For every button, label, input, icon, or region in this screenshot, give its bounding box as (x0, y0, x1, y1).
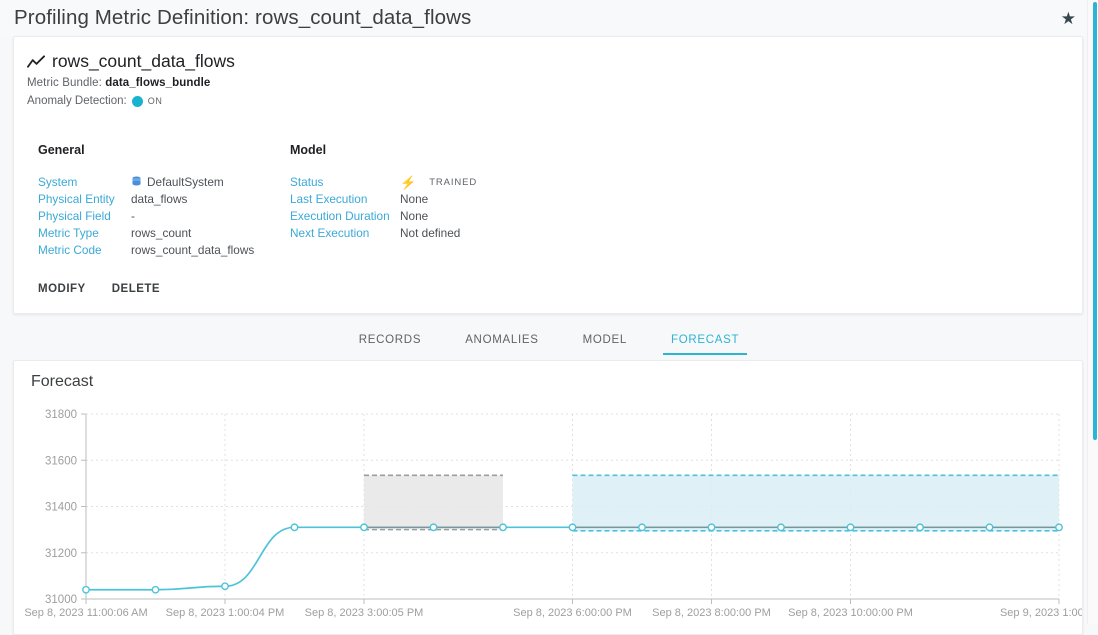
data-point-marker[interactable] (82, 585, 90, 594)
y-axis-tick-label: 31800 (45, 409, 77, 421)
model-key-last-execution[interactable]: Last Execution (290, 191, 400, 208)
observed-band (364, 475, 503, 530)
data-point-marker[interactable] (151, 585, 160, 594)
bolt-icon: ⚡ (400, 175, 417, 190)
metric-name: rows_count_data_flows (52, 51, 235, 71)
forecast-chart[interactable]: 31000 31200 31400 31600 31800 Sep 8, 2023 11:… (14, 406, 1083, 635)
tab-model[interactable]: MODEL (561, 334, 649, 355)
delete-button[interactable]: DELETE (112, 283, 160, 295)
metric-bundle-label: Metric Bundle: (27, 77, 102, 89)
general-value-metric-type: rows_count (131, 226, 192, 240)
general-key-metric-type[interactable]: Metric Type (38, 225, 131, 242)
y-axis-tick-label: 31600 (45, 455, 77, 467)
general-row-physical-field: Physical Field - (38, 208, 290, 225)
data-point-marker[interactable] (568, 523, 577, 532)
model-row-next-execution: Next Execution Not defined (290, 225, 620, 242)
general-row-physical-entity: Physical Entity data_flows (38, 191, 290, 208)
general-value-physical-entity: data_flows (131, 192, 188, 206)
x-axis-tick-label: Sep 8, 2023 10:00:00 PM (788, 607, 913, 619)
metric-header: rows_count_data_flows Metric Bundle: dat… (14, 37, 1082, 107)
general-key-metric-code[interactable]: Metric Code (38, 242, 131, 259)
model-column: Model Status ⚡ TRAINED Last Execution No… (290, 143, 620, 259)
model-value-execution-duration: None (400, 209, 429, 223)
model-key-execution-duration[interactable]: Execution Duration (290, 208, 400, 225)
model-row-last-execution: Last Execution None (290, 191, 620, 208)
tabs-bar: RECORDS ANOMALIES MODEL FORECAST (0, 320, 1098, 355)
tab-forecast[interactable]: FORECAST (649, 334, 761, 355)
general-column: General System DefaultSystem Physical En (38, 143, 290, 259)
metric-info-card: rows_count_data_flows Metric Bundle: dat… (13, 36, 1083, 314)
general-heading: General (38, 143, 85, 157)
metric-title-row: rows_count_data_flows (27, 51, 1082, 72)
general-row-system: System DefaultSystem (38, 174, 290, 191)
data-point-marker[interactable] (916, 523, 924, 532)
anomaly-detection-label: Anomaly Detection: (27, 95, 127, 107)
model-key-status[interactable]: Status (290, 174, 400, 191)
star-icon[interactable]: ★ (1061, 10, 1076, 27)
page-scrollbar-thumb[interactable] (1093, 2, 1097, 440)
general-key-system[interactable]: System (38, 174, 131, 191)
forecast-title: Forecast (31, 373, 94, 390)
forecast-card: Forecast 31000 31200 31400 31600 31800 Sep 8,… (13, 360, 1083, 635)
card-actions: MODIFY DELETE (38, 283, 160, 295)
data-point-marker[interactable] (707, 523, 716, 532)
model-value-status: ⚡ TRAINED (400, 174, 477, 191)
data-point-marker[interactable] (290, 523, 299, 532)
data-point-marker[interactable] (221, 582, 229, 591)
data-point-marker[interactable] (429, 523, 438, 532)
model-row-execution-duration: Execution Duration None (290, 208, 620, 225)
x-axis-tick-label: Sep 8, 2023 6:00:00 PM (513, 607, 632, 619)
data-point-marker[interactable] (777, 523, 785, 532)
general-row-metric-code: Metric Code rows_count_data_flows (38, 242, 290, 259)
y-axis-tick-label: 31000 (45, 594, 77, 606)
tab-records[interactable]: RECORDS (337, 334, 443, 355)
general-value-system-text: DefaultSystem (147, 175, 224, 189)
data-point-marker[interactable] (985, 523, 994, 532)
model-status-badge: TRAINED (429, 177, 478, 188)
x-axis-tick-label: Sep 8, 2023 1:00:04 PM (166, 607, 285, 619)
page-scrollbar-track[interactable] (1087, 0, 1098, 624)
general-value-system: DefaultSystem (131, 174, 224, 191)
general-key-physical-entity[interactable]: Physical Entity (38, 191, 131, 208)
tab-anomalies[interactable]: ANOMALIES (443, 334, 560, 355)
page-title: Profiling Metric Definition: rows_count_… (14, 6, 472, 29)
x-axis-tick-label: Sep 9, 2023 1:00:00 AM (1000, 607, 1083, 619)
model-value-last-execution: None (400, 192, 429, 206)
anomaly-toggle[interactable] (131, 95, 143, 107)
data-point-marker[interactable] (1055, 523, 1063, 532)
anomaly-detection-row: Anomaly Detection: ON (27, 95, 1082, 107)
y-axis-tick-label: 31400 (45, 502, 77, 514)
anomaly-toggle-state: ON (147, 96, 163, 106)
forecast-band (572, 475, 1059, 531)
general-key-physical-field[interactable]: Physical Field (38, 208, 131, 225)
general-row-metric-type: Metric Type rows_count (38, 225, 290, 242)
metric-bundle-row: Metric Bundle: data_flows_bundle (27, 77, 1082, 89)
page-header: Profiling Metric Definition: rows_count_… (0, 0, 1098, 36)
y-axis-tick-label: 31200 (45, 548, 77, 560)
data-point-marker[interactable] (846, 523, 855, 532)
general-value-physical-field: - (131, 209, 135, 223)
metric-bundle-value: data_flows_bundle (105, 77, 211, 89)
trending-line-icon (27, 54, 46, 69)
x-axis-tick-label: Sep 8, 2023 3:00:05 PM (305, 607, 424, 619)
data-point-marker[interactable] (360, 523, 368, 532)
database-icon (131, 176, 142, 190)
forecast-chart-svg[interactable]: 31000 31200 31400 31600 31800 Sep 8, 2023 11:… (14, 406, 1083, 635)
data-point-marker[interactable] (638, 523, 646, 532)
x-axis-tick-label: Sep 8, 2023 8:00:00 PM (652, 607, 771, 619)
modify-button[interactable]: MODIFY (38, 283, 86, 295)
data-point-marker[interactable] (499, 523, 507, 532)
model-value-next-execution: Not defined (400, 226, 461, 240)
general-value-metric-code: rows_count_data_flows (131, 243, 255, 257)
model-row-status: Status ⚡ TRAINED (290, 174, 620, 191)
x-axis-tick-label: Sep 8, 2023 11:00:06 AM (24, 607, 147, 619)
model-heading: Model (290, 143, 327, 157)
model-key-next-execution[interactable]: Next Execution (290, 225, 400, 242)
details-columns: General System DefaultSystem Physical En (14, 107, 1082, 259)
